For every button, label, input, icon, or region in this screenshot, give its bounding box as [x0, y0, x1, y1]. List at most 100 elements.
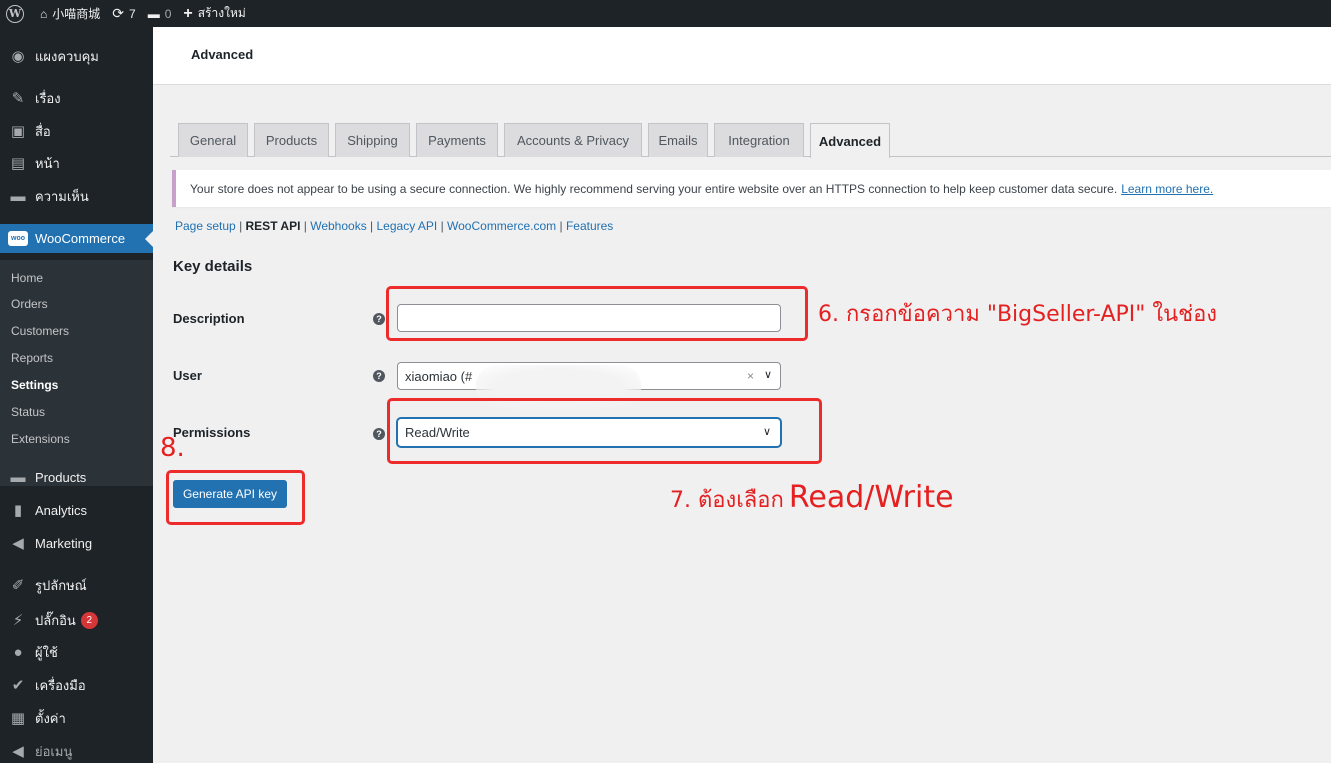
- comments-count: 0: [164, 6, 172, 21]
- site-name-link[interactable]: ⌂ 小喵商城: [34, 0, 106, 27]
- dashboard-icon: ◉: [11, 48, 25, 65]
- tab-advanced[interactable]: Advanced: [810, 123, 890, 158]
- sidebar-item-label: เรื่อง: [35, 90, 61, 106]
- subnav-legacy-api[interactable]: Legacy API: [377, 219, 438, 233]
- submenu-orders[interactable]: Orders: [11, 297, 48, 311]
- tab-emails[interactable]: Emails: [648, 123, 708, 157]
- sidebar-item-users[interactable]: ● ผู้ใช้: [0, 639, 153, 665]
- submenu-reports[interactable]: Reports: [11, 351, 53, 365]
- help-icon[interactable]: ?: [373, 428, 385, 440]
- annotation-box-generate: [166, 470, 305, 525]
- media-icon: ▣: [10, 123, 26, 140]
- wordpress-icon: W: [6, 4, 24, 23]
- subnav-features[interactable]: Features: [566, 219, 613, 233]
- sidebar-item-label: ตั้งค่า: [35, 710, 66, 726]
- woo-icon: woo: [8, 229, 28, 249]
- home-icon: ⌂: [40, 6, 48, 21]
- sidebar-item-appearance[interactable]: ✐ รูปลักษณ์: [0, 572, 153, 598]
- help-icon[interactable]: ?: [373, 370, 385, 382]
- sidebar-item-comments[interactable]: ▬ ความเห็น: [0, 183, 153, 209]
- sidebar-item-label: รูปลักษณ์: [35, 577, 87, 593]
- submenu-status[interactable]: Status: [11, 405, 45, 419]
- key-details-heading: Key details: [173, 258, 253, 275]
- chevron-down-icon: ∨: [763, 369, 772, 381]
- sidebar-item-tools[interactable]: ✔ เครื่องมือ: [0, 672, 153, 698]
- sidebar-item-posts[interactable]: ✎ เรื่อง: [0, 85, 153, 111]
- clear-selection-icon[interactable]: ×: [747, 369, 754, 383]
- sidebar-item-media[interactable]: ▣ สื่อ: [0, 118, 153, 144]
- subnav-woocommerce-com[interactable]: WooCommerce.com: [447, 219, 556, 233]
- sidebar-item-label: ย่อเมนู: [35, 743, 73, 759]
- subnav-page-setup[interactable]: Page setup: [175, 219, 236, 233]
- admin-sidebar: ◉ แผงควบคุม ✎ เรื่อง ▣ สื่อ ▤ หน้า ▬ ควา…: [0, 27, 153, 763]
- refresh-icon: ⟳: [112, 5, 124, 21]
- products-icon: ▬: [10, 468, 26, 486]
- submenu-settings[interactable]: Settings: [11, 378, 58, 392]
- megaphone-icon: ◀: [12, 535, 24, 552]
- sidebar-item-label: Marketing: [35, 535, 93, 551]
- notice-learn-more-link[interactable]: Learn more here.: [1121, 182, 1213, 196]
- site-name: 小喵商城: [52, 7, 101, 21]
- subnav-webhooks[interactable]: Webhooks: [310, 219, 366, 233]
- annotation-step7-prefix: 7. ต้องเลือก: [670, 488, 784, 513]
- advanced-subnav: Page setup | REST API | Webhooks | Legac…: [175, 219, 613, 233]
- security-notice: Your store does not appear to be using a…: [172, 170, 1331, 207]
- sidebar-item-pages[interactable]: ▤ หน้า: [0, 150, 153, 176]
- sidebar-item-analytics[interactable]: ▮ Analytics: [0, 497, 153, 523]
- tab-accounts-privacy[interactable]: Accounts & Privacy: [504, 123, 642, 157]
- sidebar-item-label: สื่อ: [35, 123, 51, 139]
- sidebar-collapse-menu[interactable]: ◀ ย่อเมนู: [0, 739, 153, 763]
- tab-shipping[interactable]: Shipping: [335, 123, 410, 157]
- sidebar-item-label: ความเห็น: [35, 188, 89, 204]
- tab-products[interactable]: Products: [254, 123, 329, 157]
- sidebar-item-label: หน้า: [35, 155, 60, 171]
- sidebar-item-marketing[interactable]: ◀ Marketing: [0, 530, 153, 556]
- user-label: User: [173, 368, 202, 383]
- page-title: Advanced: [191, 47, 254, 62]
- annotation-step7: 7. ต้องเลือก Read/Write: [670, 480, 954, 517]
- submenu-extensions[interactable]: Extensions: [11, 432, 70, 446]
- collapse-icon: ◀: [12, 743, 24, 760]
- subnav-rest-api[interactable]: REST API: [246, 219, 301, 233]
- user-icon: ●: [13, 643, 23, 661]
- plus-icon: +: [183, 4, 193, 22]
- sidebar-item-products[interactable]: ▬ Products: [0, 464, 153, 490]
- page-header: Advanced: [153, 27, 1331, 85]
- sidebar-item-label: Products: [35, 469, 87, 485]
- submenu-customers[interactable]: Customers: [11, 324, 69, 338]
- user-select[interactable]: xiaomiao (# × ∨: [397, 362, 781, 409]
- tab-payments[interactable]: Payments: [416, 123, 498, 157]
- description-label: Description: [173, 311, 245, 326]
- sidebar-item-label: เครื่องมือ: [35, 677, 86, 693]
- comment-icon: ▬: [10, 187, 26, 205]
- tab-integration[interactable]: Integration: [714, 123, 804, 157]
- sidebar-item-label: ปลั๊กอิน: [35, 612, 76, 628]
- submenu-home[interactable]: Home: [11, 271, 43, 285]
- sidebar-item-settings[interactable]: ▦ ตั้งค่า: [0, 705, 153, 731]
- woocommerce-submenu: Home Orders Customers Reports Settings S…: [0, 260, 153, 486]
- comments-link[interactable]: ▬ 0: [142, 0, 178, 27]
- help-icon[interactable]: ?: [373, 313, 385, 325]
- plugin-icon: ⚡: [12, 612, 24, 629]
- wordpress-logo-button[interactable]: W: [0, 0, 30, 27]
- new-label: สร้างใหม่: [197, 6, 246, 20]
- annotation-step6: 6. กรอกข้อความ "BigSeller-API" ในช่อง: [818, 302, 1218, 327]
- wrench-icon: ✔: [11, 677, 25, 694]
- annotation-step8: 8.: [160, 433, 185, 463]
- sidebar-item-dashboard[interactable]: ◉ แผงควบคุม: [0, 43, 153, 69]
- brush-icon: ✐: [11, 577, 25, 594]
- admin-bar: W ⌂ 小喵商城 ⟳ 7 ▬ 0 + สร้างใหม่: [0, 0, 1331, 27]
- new-content-link[interactable]: + สร้างใหม่: [177, 0, 251, 27]
- sidebar-item-label: WooCommerce: [35, 231, 126, 246]
- updates-link[interactable]: ⟳ 7: [106, 0, 141, 27]
- user-select-value: xiaomiao (#: [405, 368, 473, 384]
- plugin-update-badge: 2: [80, 611, 98, 629]
- notice-text: Your store does not appear to be using a…: [190, 181, 1118, 196]
- annotation-box-description: [386, 286, 808, 341]
- sidebar-item-plugins[interactable]: ⚡ ปลั๊กอิน 2: [0, 607, 153, 633]
- updates-count: 7: [129, 6, 136, 21]
- sidebar-item-label: แผงควบคุม: [35, 48, 99, 64]
- sidebar-item-woocommerce[interactable]: woo WooCommerce: [0, 224, 153, 253]
- tab-general[interactable]: General: [178, 123, 248, 157]
- comment-bubble-icon: ▬: [147, 6, 160, 21]
